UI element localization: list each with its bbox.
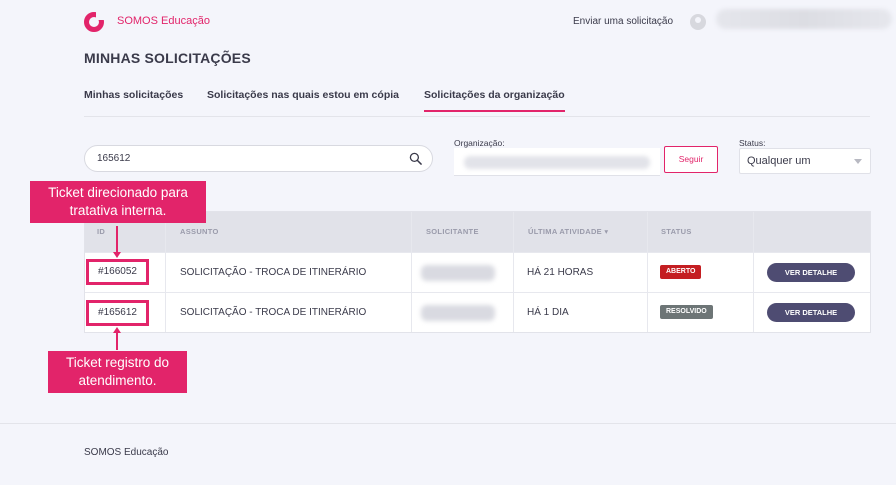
page-title: MINHAS SOLICITAÇÕES xyxy=(84,50,251,66)
organization-value-redacted xyxy=(464,156,650,169)
requests-table: ID ASSUNTO SOLICITANTE ÚLTIMA ATIVIDADE … xyxy=(84,211,871,333)
search-input[interactable]: 165612 xyxy=(84,145,433,172)
organization-label: Organização: xyxy=(454,138,505,148)
footer-brand: SOMOS Educação xyxy=(84,447,169,458)
tabs-divider xyxy=(84,116,870,117)
column-header-id[interactable]: ID xyxy=(97,227,105,236)
ticket-id-highlight[interactable]: #165612 xyxy=(86,300,149,326)
view-detail-button[interactable]: VER DETALHE xyxy=(767,303,855,322)
status-badge-open: ABERTO xyxy=(660,265,702,279)
row-last-activity: HÁ 1 DIA xyxy=(527,307,569,318)
status-filter-label: Status: xyxy=(739,138,766,148)
tab-my-requests[interactable]: Minhas solicitações xyxy=(84,89,183,101)
row-last-activity: HÁ 21 HORAS xyxy=(527,267,594,278)
chevron-down-icon xyxy=(854,159,862,164)
column-header-status[interactable]: STATUS xyxy=(661,227,692,236)
somos-logo-icon[interactable] xyxy=(84,11,105,32)
user-name-redacted[interactable] xyxy=(716,9,892,29)
annotation-arrow xyxy=(116,226,118,253)
search-icon[interactable] xyxy=(409,152,422,165)
tab-org-requests[interactable]: Solicitações da organização xyxy=(424,89,565,112)
table-row[interactable]: SOLICITAÇÃO - TROCA DE ITINERÁRIO HÁ 21 … xyxy=(85,252,870,292)
table-row[interactable]: SOLICITAÇÃO - TROCA DE ITINERÁRIO HÁ 1 D… xyxy=(85,292,870,332)
brand-name[interactable]: SOMOS Educação xyxy=(117,15,210,27)
footer-divider xyxy=(0,423,896,424)
column-header-subject[interactable]: ASSUNTO xyxy=(180,227,219,236)
tab-cc-requests[interactable]: Solicitações nas quais estou em cópia xyxy=(207,89,399,101)
status-select-value: Qualquer um xyxy=(747,155,811,167)
arrow-down-icon xyxy=(113,252,121,258)
view-detail-button[interactable]: VER DETALHE xyxy=(767,263,855,282)
status-badge-resolved: RESOLVIDO xyxy=(660,305,713,319)
send-request-link[interactable]: Enviar uma solicitação xyxy=(573,16,673,27)
user-avatar-icon[interactable] xyxy=(690,14,706,30)
row-subject[interactable]: SOLICITAÇÃO - TROCA DE ITINERÁRIO xyxy=(180,267,366,278)
header: SOMOS Educação Enviar uma solicitação xyxy=(0,0,896,46)
row-requester-redacted xyxy=(421,265,495,281)
column-header-requester[interactable]: SOLICITANTE xyxy=(426,227,479,236)
follow-button[interactable]: Seguir xyxy=(664,146,718,173)
search-value: 165612 xyxy=(97,153,131,164)
ticket-id-highlight[interactable]: #166052 xyxy=(86,259,149,285)
column-header-last-activity[interactable]: ÚLTIMA ATIVIDADE ▾ xyxy=(528,227,608,236)
annotation-callout-internal: Ticket direcionado para tratativa intern… xyxy=(30,181,206,223)
annotation-callout-record: Ticket registro do atendimento. xyxy=(48,351,187,393)
row-requester-redacted xyxy=(421,305,495,321)
organization-field[interactable] xyxy=(454,148,660,176)
row-subject[interactable]: SOLICITAÇÃO - TROCA DE ITINERÁRIO xyxy=(180,307,366,318)
annotation-arrow xyxy=(116,332,118,350)
status-select[interactable]: Qualquer um xyxy=(739,148,871,174)
